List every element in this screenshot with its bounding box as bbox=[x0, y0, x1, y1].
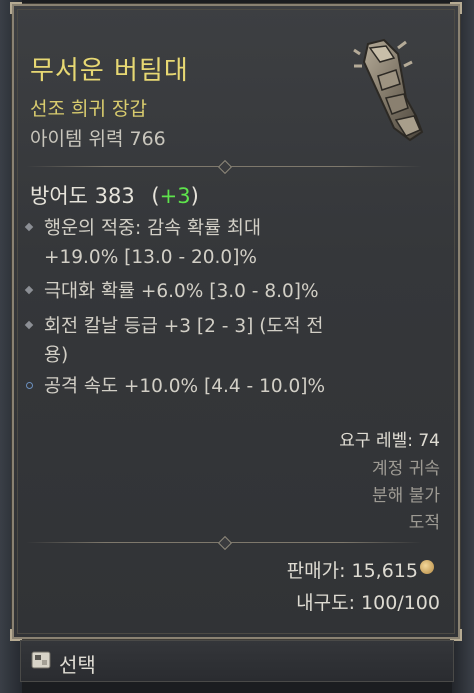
gold-coin-icon bbox=[420, 560, 434, 574]
required-level: 요구 레벨: 74 bbox=[339, 431, 440, 451]
class-requirement: 도적 bbox=[408, 513, 440, 533]
armor-stat: 방어도 383 (+3) bbox=[30, 180, 199, 210]
affix-lucky-hit: 행운의 적중: 감속 확률 최대 +19.0% [13.0 - 20.0]% bbox=[24, 214, 261, 272]
select-action-label[interactable]: 선택 bbox=[59, 649, 96, 678]
action-bar[interactable]: 선택 bbox=[20, 640, 454, 682]
item-name: 무서운 버팀대 bbox=[30, 56, 189, 86]
controller-key-icon bbox=[31, 651, 51, 669]
affix-skill-rank: 회전 칼날 등급 +3 [2 - 3] (도적 전 용) bbox=[24, 312, 324, 370]
affix-text: 용) bbox=[44, 345, 69, 366]
frame-corner bbox=[10, 2, 22, 14]
sell-price: 판매가: 15,615 bbox=[286, 560, 418, 582]
affix-attack-speed: 공격 속도 +10.0% [4.4 - 10.0]% bbox=[26, 372, 326, 401]
affix-text: +19.0% [13.0 - 20.0]% bbox=[44, 247, 257, 268]
affix-text: 회전 칼날 등급 +3 [2 - 3] (도적 전 bbox=[44, 316, 324, 337]
armor-value: 방어도 383 bbox=[30, 184, 135, 208]
account-bound: 계정 귀속 bbox=[372, 459, 440, 479]
affix-text: 공격 속도 +10.0% [4.4 - 10.0]% bbox=[44, 376, 326, 397]
armor-close-paren: ) bbox=[190, 184, 199, 208]
frame-corner bbox=[450, 2, 462, 14]
affix-crit-chance: 극대화 확률 +6.0% [3.0 - 8.0]% bbox=[24, 277, 319, 306]
gauntlet-icon bbox=[353, 38, 424, 142]
section-divider bbox=[26, 159, 422, 175]
armor-bonus: +3 bbox=[159, 184, 191, 208]
affix-text: 극대화 확률 +6.0% [3.0 - 8.0]% bbox=[44, 281, 319, 302]
affix-text: 행운의 적중: 감속 확률 최대 bbox=[44, 218, 261, 239]
item-power: 아이템 위력 766 bbox=[30, 128, 166, 150]
durability: 내구도: 100/100 bbox=[296, 592, 440, 614]
circle-bullet-icon bbox=[26, 382, 33, 389]
item-rarity-type: 선조 희귀 장갑 bbox=[30, 98, 147, 120]
section-divider bbox=[26, 535, 422, 551]
armor-open-paren: ( bbox=[151, 184, 160, 208]
no-salvage: 분해 불가 bbox=[372, 486, 440, 506]
